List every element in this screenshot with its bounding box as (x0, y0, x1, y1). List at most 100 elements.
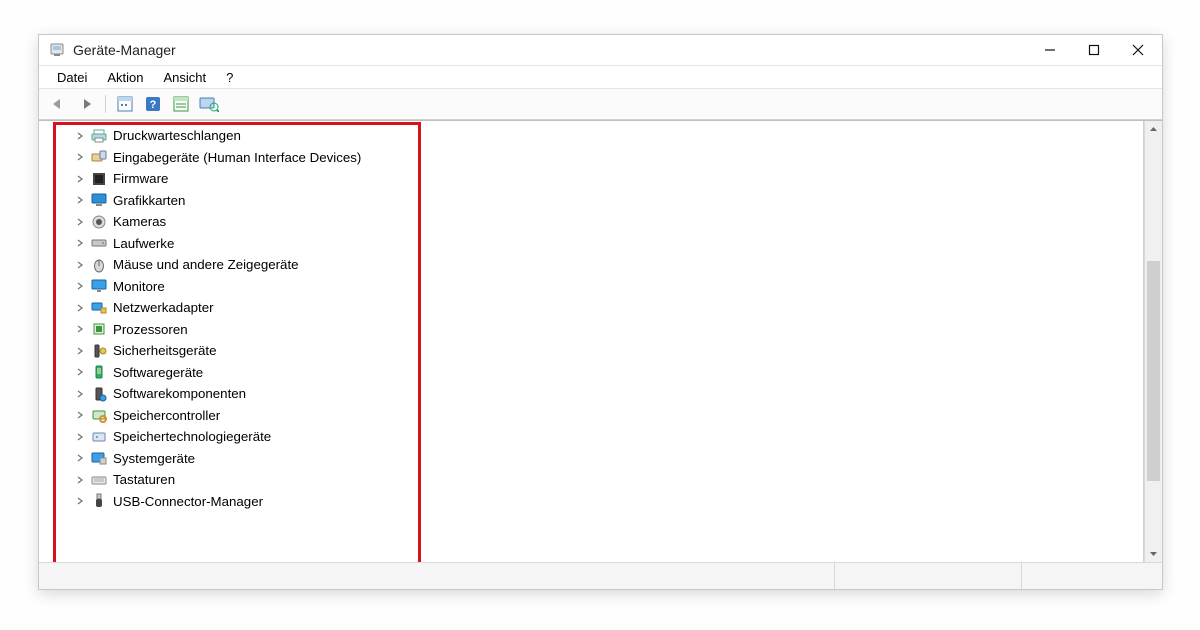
printer-icon (91, 128, 107, 144)
chevron-right-icon[interactable] (75, 432, 85, 442)
tree-item-label: Systemgeräte (113, 448, 195, 470)
chevron-right-icon[interactable] (75, 303, 85, 313)
tree-item-label: Prozessoren (113, 319, 188, 341)
status-cell (1021, 563, 1162, 589)
drive-icon (91, 235, 107, 251)
chevron-right-icon[interactable] (75, 367, 85, 377)
svg-text:?: ? (150, 99, 157, 111)
scrollbar-thumb[interactable] (1147, 261, 1160, 481)
chevron-right-icon[interactable] (75, 217, 85, 227)
chevron-right-icon[interactable] (75, 152, 85, 162)
softcomp-icon (91, 386, 107, 402)
keyboard-icon (91, 472, 107, 488)
chevron-right-icon[interactable] (75, 389, 85, 399)
tree-item[interactable]: Laufwerke (39, 233, 1143, 255)
toolbar-properties-button[interactable] (168, 92, 194, 116)
tree-item[interactable]: Druckwarteschlangen (39, 125, 1143, 147)
chevron-right-icon[interactable] (75, 174, 85, 184)
tree-item-label: Grafikkarten (113, 190, 185, 212)
toolbar-help-button[interactable]: ? (140, 92, 166, 116)
tree-item[interactable]: Systemgeräte (39, 448, 1143, 470)
tree-item[interactable]: Kameras (39, 211, 1143, 233)
menu-view[interactable]: Ansicht (154, 68, 217, 87)
chevron-right-icon[interactable] (75, 238, 85, 248)
network-icon (91, 300, 107, 316)
tree-item[interactable]: Monitore (39, 276, 1143, 298)
chevron-right-icon[interactable] (75, 346, 85, 356)
scroll-down-button[interactable] (1145, 545, 1162, 562)
device-tree[interactable]: DruckwarteschlangenEingabegeräte (Human … (39, 123, 1143, 518)
mouse-icon (91, 257, 107, 273)
chevron-right-icon[interactable] (75, 281, 85, 291)
tree-item[interactable]: Prozessoren (39, 319, 1143, 341)
tree-item-label: Netzwerkadapter (113, 297, 214, 319)
tree-item[interactable]: Sicherheitsgeräte (39, 340, 1143, 362)
storagetech-icon (91, 429, 107, 445)
menu-action[interactable]: Aktion (97, 68, 153, 87)
monitor-icon (91, 278, 107, 294)
chevron-right-icon[interactable] (75, 324, 85, 334)
tree-item[interactable]: Speichertechnologiegeräte (39, 426, 1143, 448)
tree-item-label: Laufwerke (113, 233, 174, 255)
toolbar-back-button[interactable] (45, 92, 71, 116)
tree-item-label: Druckwarteschlangen (113, 125, 241, 147)
tree-item-label: Speichercontroller (113, 405, 220, 427)
tree-item[interactable]: Softwaregeräte (39, 362, 1143, 384)
tree-item[interactable]: Speichercontroller (39, 405, 1143, 427)
tree-item[interactable]: Softwarekomponenten (39, 383, 1143, 405)
maximize-button[interactable] (1072, 35, 1116, 65)
device-manager-window: Geräte-Manager Datei Aktion Ansicht ? ? (38, 34, 1163, 590)
chevron-right-icon[interactable] (75, 410, 85, 420)
close-button[interactable] (1116, 35, 1160, 65)
softdev-icon (91, 364, 107, 380)
scroll-up-button[interactable] (1145, 121, 1162, 138)
chevron-right-icon[interactable] (75, 475, 85, 485)
camera-icon (91, 214, 107, 230)
security-icon (91, 343, 107, 359)
content-area: DruckwarteschlangenEingabegeräte (Human … (39, 120, 1162, 562)
storagectl-icon (91, 407, 107, 423)
firmware-icon (91, 171, 107, 187)
tree-item-label: Eingabegeräte (Human Interface Devices) (113, 147, 361, 169)
window-title: Geräte-Manager (73, 42, 1028, 58)
tree-item-label: Speichertechnologiegeräte (113, 426, 271, 448)
tree-item[interactable]: Tastaturen (39, 469, 1143, 491)
toolbar: ? (39, 89, 1162, 120)
menu-file[interactable]: Datei (47, 68, 97, 87)
status-cell (834, 563, 1021, 589)
tree-item-label: Softwaregeräte (113, 362, 203, 384)
tree-item-label: Kameras (113, 211, 166, 233)
chevron-right-icon[interactable] (75, 195, 85, 205)
minimize-button[interactable] (1028, 35, 1072, 65)
toolbar-scan-button[interactable] (196, 92, 222, 116)
menu-bar: Datei Aktion Ansicht ? (39, 66, 1162, 89)
chevron-right-icon[interactable] (75, 496, 85, 506)
chevron-right-icon[interactable] (75, 453, 85, 463)
vertical-scrollbar[interactable] (1144, 121, 1162, 562)
tree-item-label: USB-Connector-Manager (113, 491, 263, 513)
usb-icon (91, 493, 107, 509)
tree-item[interactable]: Firmware (39, 168, 1143, 190)
display-icon (91, 192, 107, 208)
system-icon (91, 450, 107, 466)
tree-item[interactable]: Netzwerkadapter (39, 297, 1143, 319)
tree-item[interactable]: Eingabegeräte (Human Interface Devices) (39, 147, 1143, 169)
status-bar (39, 562, 1162, 589)
tree-item-label: Tastaturen (113, 469, 175, 491)
chevron-right-icon[interactable] (75, 131, 85, 141)
chevron-right-icon[interactable] (75, 260, 85, 270)
tree-item[interactable]: USB-Connector-Manager (39, 491, 1143, 513)
toolbar-forward-button[interactable] (73, 92, 99, 116)
tree-item[interactable]: Grafikkarten (39, 190, 1143, 212)
tree-item-label: Monitore (113, 276, 165, 298)
toolbar-show-hidden-button[interactable] (112, 92, 138, 116)
menu-help[interactable]: ? (216, 68, 243, 87)
cpu-icon (91, 321, 107, 337)
hid-icon (91, 149, 107, 165)
tree-item-label: Firmware (113, 168, 168, 190)
app-icon (49, 42, 65, 58)
tree-item-label: Mäuse und andere Zeigegeräte (113, 254, 299, 276)
tree-item-label: Softwarekomponenten (113, 383, 246, 405)
tree-item-label: Sicherheitsgeräte (113, 340, 216, 362)
tree-item[interactable]: Mäuse und andere Zeigegeräte (39, 254, 1143, 276)
